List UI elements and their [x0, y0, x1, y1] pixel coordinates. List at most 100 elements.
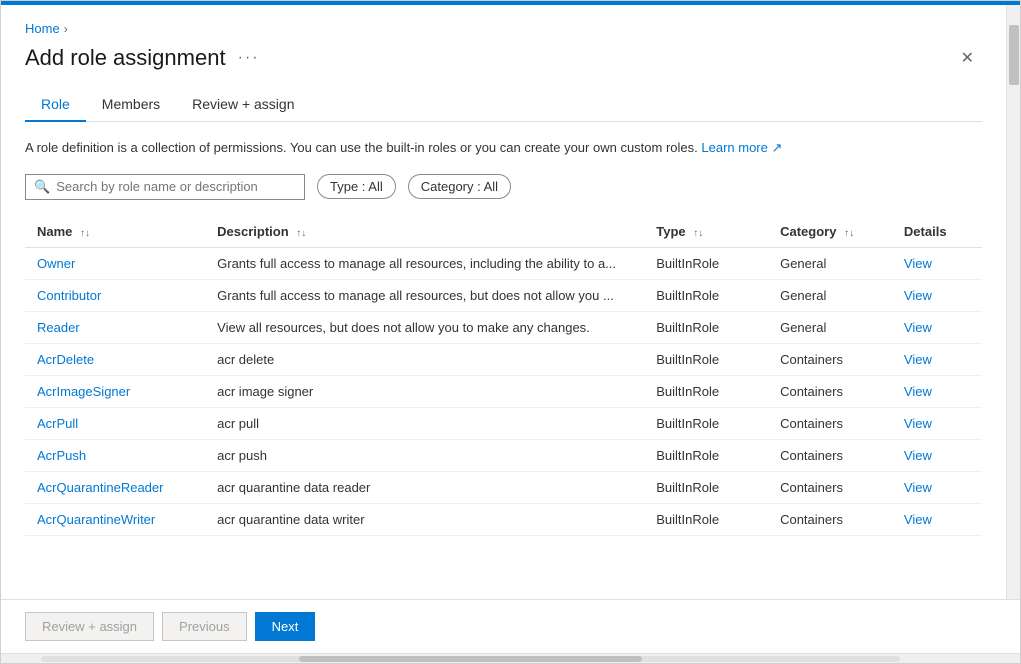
content-area: Home › Add role assignment ··· ✕ Role Me… [1, 5, 1020, 599]
horizontal-scrollbar[interactable] [1, 653, 1020, 663]
cell-type: BuiltInRole [644, 343, 768, 375]
table-row[interactable]: AcrQuarantineWriteracr quarantine data w… [25, 503, 982, 535]
cell-category: Containers [768, 439, 892, 471]
breadcrumb-home[interactable]: Home [25, 21, 60, 36]
footer: Review + assign Previous Next [1, 599, 1020, 653]
col-header-type[interactable]: Type ↑↓ [644, 216, 768, 248]
page-header: Add role assignment ··· ✕ [25, 44, 982, 72]
cell-type: BuiltInRole [644, 279, 768, 311]
category-filter-pill[interactable]: Category : All [408, 174, 511, 199]
tab-bar: Role Members Review + assign [25, 88, 982, 122]
type-filter-pill[interactable]: Type : All [317, 174, 396, 199]
cell-name: AcrQuarantineWriter [25, 503, 205, 535]
cell-details[interactable]: View [892, 247, 982, 279]
cell-details[interactable]: View [892, 375, 982, 407]
cell-type: BuiltInRole [644, 407, 768, 439]
page-title: Add role assignment [25, 45, 226, 71]
cell-name: AcrDelete [25, 343, 205, 375]
scrollbar-thumb-h[interactable] [299, 656, 643, 662]
cell-category: Containers [768, 407, 892, 439]
table-row[interactable]: AcrPullacr pullBuiltInRoleContainers View [25, 407, 982, 439]
view-link[interactable]: View [904, 480, 932, 495]
cell-name: AcrPull [25, 407, 205, 439]
view-link[interactable]: View [904, 416, 932, 431]
cell-category: Containers [768, 375, 892, 407]
cell-description: acr image signer [205, 375, 644, 407]
view-link[interactable]: View [904, 256, 932, 271]
search-input[interactable] [56, 179, 296, 194]
search-box[interactable]: 🔍 [25, 174, 305, 200]
cell-type: BuiltInRole [644, 471, 768, 503]
col-header-description[interactable]: Description ↑↓ [205, 216, 644, 248]
previous-button[interactable]: Previous [162, 612, 247, 641]
cell-name: AcrQuarantineReader [25, 471, 205, 503]
cell-description: Grants full access to manage all resourc… [205, 279, 644, 311]
cell-details[interactable]: View [892, 471, 982, 503]
view-link[interactable]: View [904, 384, 932, 399]
sort-icon-category: ↑↓ [844, 228, 854, 239]
col-header-details: Details [892, 216, 982, 248]
table-row[interactable]: AcrPushacr pushBuiltInRoleContainers View [25, 439, 982, 471]
ellipsis-button[interactable]: ··· [238, 49, 260, 67]
cell-description: acr delete [205, 343, 644, 375]
cell-type: BuiltInRole [644, 375, 768, 407]
search-icon: 🔍 [34, 179, 50, 195]
description-text: A role definition is a collection of per… [25, 138, 982, 158]
learn-more-link[interactable]: Learn more ↗ [701, 140, 782, 155]
tab-role[interactable]: Role [25, 88, 86, 122]
main-window: Home › Add role assignment ··· ✕ Role Me… [0, 0, 1021, 664]
cell-name: AcrImageSigner [25, 375, 205, 407]
table-row[interactable]: AcrQuarantineReaderacr quarantine data r… [25, 471, 982, 503]
cell-category: Containers [768, 503, 892, 535]
table-row[interactable]: OwnerGrants full access to manage all re… [25, 247, 982, 279]
cell-details[interactable]: View [892, 503, 982, 535]
cell-description: acr pull [205, 407, 644, 439]
view-link[interactable]: View [904, 448, 932, 463]
cell-category: General [768, 279, 892, 311]
table-row[interactable]: ReaderView all resources, but does not a… [25, 311, 982, 343]
cell-name: Owner [25, 247, 205, 279]
cell-name: AcrPush [25, 439, 205, 471]
view-link[interactable]: View [904, 320, 932, 335]
sort-icon-description: ↑↓ [296, 228, 306, 239]
view-link[interactable]: View [904, 288, 932, 303]
col-header-name[interactable]: Name ↑↓ [25, 216, 205, 248]
cell-description: Grants full access to manage all resourc… [205, 247, 644, 279]
tab-members[interactable]: Members [86, 88, 176, 122]
cell-description: acr push [205, 439, 644, 471]
scrollbar-track [41, 656, 900, 662]
page-title-row: Add role assignment ··· [25, 45, 260, 71]
cell-details[interactable]: View [892, 311, 982, 343]
sort-icon-name: ↑↓ [80, 228, 90, 239]
table-row[interactable]: ContributorGrants full access to manage … [25, 279, 982, 311]
table-header-row: Name ↑↓ Description ↑↓ Type ↑↓ Categor [25, 216, 982, 248]
cell-type: BuiltInRole [644, 439, 768, 471]
cell-description: View all resources, but does not allow y… [205, 311, 644, 343]
table-row[interactable]: AcrDeleteacr deleteBuiltInRoleContainers… [25, 343, 982, 375]
cell-details[interactable]: View [892, 439, 982, 471]
vertical-scrollbar[interactable] [1006, 5, 1020, 599]
cell-category: Containers [768, 471, 892, 503]
table-row[interactable]: AcrImageSigneracr image signerBuiltInRol… [25, 375, 982, 407]
cell-name: Contributor [25, 279, 205, 311]
cell-details[interactable]: View [892, 407, 982, 439]
breadcrumb-separator: › [64, 22, 68, 36]
cell-type: BuiltInRole [644, 503, 768, 535]
cell-type: BuiltInRole [644, 311, 768, 343]
view-link[interactable]: View [904, 352, 932, 367]
cell-details[interactable]: View [892, 343, 982, 375]
scrollbar-thumb[interactable] [1009, 25, 1019, 85]
sort-icon-type: ↑↓ [693, 228, 703, 239]
breadcrumb: Home › [25, 21, 982, 36]
scrollable-content: Home › Add role assignment ··· ✕ Role Me… [1, 5, 1006, 599]
tab-review-assign[interactable]: Review + assign [176, 88, 310, 122]
cell-details[interactable]: View [892, 279, 982, 311]
cell-category: General [768, 247, 892, 279]
review-assign-button[interactable]: Review + assign [25, 612, 154, 641]
cell-description: acr quarantine data writer [205, 503, 644, 535]
col-header-category[interactable]: Category ↑↓ [768, 216, 892, 248]
next-button[interactable]: Next [255, 612, 316, 641]
roles-table: Name ↑↓ Description ↑↓ Type ↑↓ Categor [25, 216, 982, 536]
view-link[interactable]: View [904, 512, 932, 527]
close-button[interactable]: ✕ [953, 44, 982, 72]
